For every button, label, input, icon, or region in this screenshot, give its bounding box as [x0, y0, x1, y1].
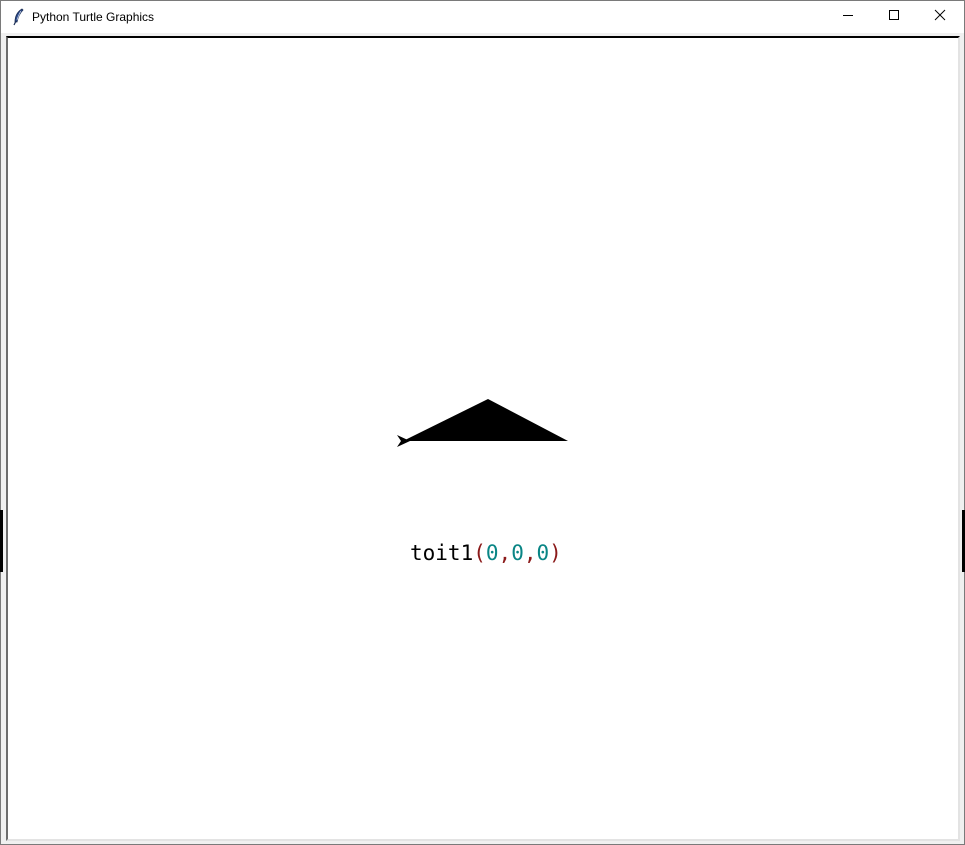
- canvas-frame: toit1(0,0,0): [6, 36, 960, 841]
- comma-1: ,: [498, 541, 512, 565]
- turtle-canvas[interactable]: toit1(0,0,0): [8, 38, 958, 839]
- close-icon: [934, 8, 946, 26]
- left-edge-mark: [0, 510, 3, 572]
- turtle-window: Python Turtle Graphics toit1(0,0,0): [0, 0, 965, 845]
- function-call-caption: toit1(0,0,0): [410, 540, 562, 566]
- arg-2: 0: [511, 541, 524, 565]
- comma-2: ,: [523, 541, 537, 565]
- title-bar[interactable]: Python Turtle Graphics: [1, 1, 964, 33]
- open-paren: (: [473, 541, 486, 565]
- feather-icon: [11, 8, 27, 26]
- arg-3: 0: [536, 541, 550, 565]
- minimize-button[interactable]: [825, 1, 871, 33]
- maximize-icon: [888, 8, 900, 26]
- drawing-surface: [397, 399, 568, 447]
- maximize-button[interactable]: [871, 1, 917, 33]
- minimize-icon: [842, 8, 854, 26]
- function-name: toit1: [410, 541, 474, 565]
- turtle-cursor-icon: [397, 435, 410, 447]
- arg-1: 0: [485, 541, 499, 565]
- window-title: Python Turtle Graphics: [32, 10, 155, 24]
- roof-triangle: [403, 399, 568, 441]
- close-button[interactable]: [917, 1, 963, 33]
- close-paren: ): [549, 541, 562, 565]
